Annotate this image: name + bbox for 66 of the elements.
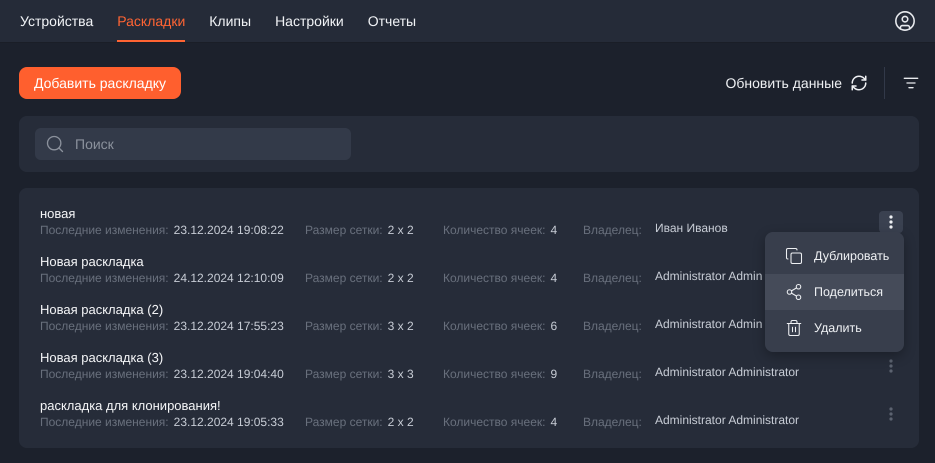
- field-value: 23.12.2024 19:04:40: [174, 366, 284, 382]
- layout-name: новая: [40, 206, 76, 222]
- field-label: Последние изменения:: [40, 270, 169, 286]
- field-value: 4: [550, 414, 558, 430]
- field-value: 2 x 2: [388, 270, 414, 286]
- field-label: Владелец:: [583, 270, 643, 286]
- nav-tab[interactable]: Клипы: [209, 0, 252, 42]
- field-value: Administrator Administrator: [655, 412, 800, 428]
- field-label: Владелец:: [583, 366, 643, 382]
- field-value: 23.12.2024 19:05:33: [174, 414, 284, 430]
- menu-item[interactable]: Поделиться: [765, 274, 904, 310]
- layout-name: Новая раскладка (2): [40, 302, 164, 318]
- delete-icon: [785, 319, 803, 337]
- field-label: Последние изменения:: [40, 366, 169, 382]
- field-value: 2 x 2: [388, 222, 414, 238]
- field-value: 3 x 3: [388, 366, 414, 382]
- nav-tab[interactable]: Отчеты: [368, 0, 416, 42]
- field-value: Иван Иванов: [655, 220, 728, 236]
- field-value: 23.12.2024 19:08:22: [174, 222, 284, 238]
- field-value: Administrator Admin: [655, 268, 762, 284]
- field-label: Количество ячеек:: [443, 222, 546, 238]
- refresh-button[interactable]: Обновить данные: [725, 74, 884, 92]
- field-value: 3 x 2: [388, 318, 414, 334]
- nav-tab[interactable]: Раскладки: [117, 0, 186, 42]
- field-value: 4: [550, 270, 558, 286]
- field-value: 4: [550, 222, 558, 238]
- field-value: Administrator Admin: [655, 316, 762, 332]
- field-label: Последние изменения:: [40, 222, 169, 238]
- nav-tab[interactable]: Устройства: [20, 0, 94, 42]
- search-icon: [45, 134, 65, 154]
- field-label: Последние изменения:: [40, 318, 169, 334]
- copy-icon: [785, 247, 803, 265]
- field-label: Размер сетки:: [305, 414, 383, 430]
- field-label: Количество ячеек:: [443, 270, 546, 286]
- field-label: Владелец:: [583, 222, 643, 238]
- user-icon[interactable]: [894, 10, 916, 32]
- dots-icon: [889, 407, 893, 421]
- field-label: Количество ячеек:: [443, 318, 546, 334]
- field-value: Administrator Administrator: [655, 364, 800, 380]
- more-button[interactable]: [879, 211, 903, 233]
- layout-name: Новая раскладка: [40, 254, 144, 270]
- field-value: 9: [550, 366, 558, 382]
- field-label: Размер сетки:: [305, 318, 383, 334]
- menu-item[interactable]: Удалить: [765, 310, 904, 346]
- nav-tab[interactable]: Настройки: [275, 0, 344, 42]
- field-label: Количество ячеек:: [443, 366, 546, 382]
- field-value: 2 x 2: [388, 414, 414, 430]
- field-value: 6: [550, 318, 558, 334]
- layout-name: раскладка для клонирования!: [40, 398, 221, 414]
- dots-icon: [889, 359, 893, 373]
- field-label: Размер сетки:: [305, 222, 383, 238]
- menu-item[interactable]: Дублировать: [765, 238, 904, 274]
- sort-icon[interactable]: [903, 75, 919, 91]
- field-label: Размер сетки:: [305, 366, 383, 382]
- field-label: Владелец:: [583, 318, 643, 334]
- share-icon: [785, 283, 803, 301]
- field-value: 23.12.2024 17:55:23: [174, 318, 284, 334]
- field-value: 24.12.2024 12:10:09: [174, 270, 284, 286]
- field-label: Последние изменения:: [40, 414, 169, 430]
- search-field[interactable]: Поиск: [35, 128, 351, 160]
- layout-name: Новая раскладка (3): [40, 350, 164, 366]
- field-label: Размер сетки:: [305, 270, 383, 286]
- dots-icon: [889, 215, 893, 229]
- field-label: Количество ячеек:: [443, 414, 546, 430]
- refresh-icon: [850, 74, 868, 92]
- field-label: Владелец:: [583, 414, 643, 430]
